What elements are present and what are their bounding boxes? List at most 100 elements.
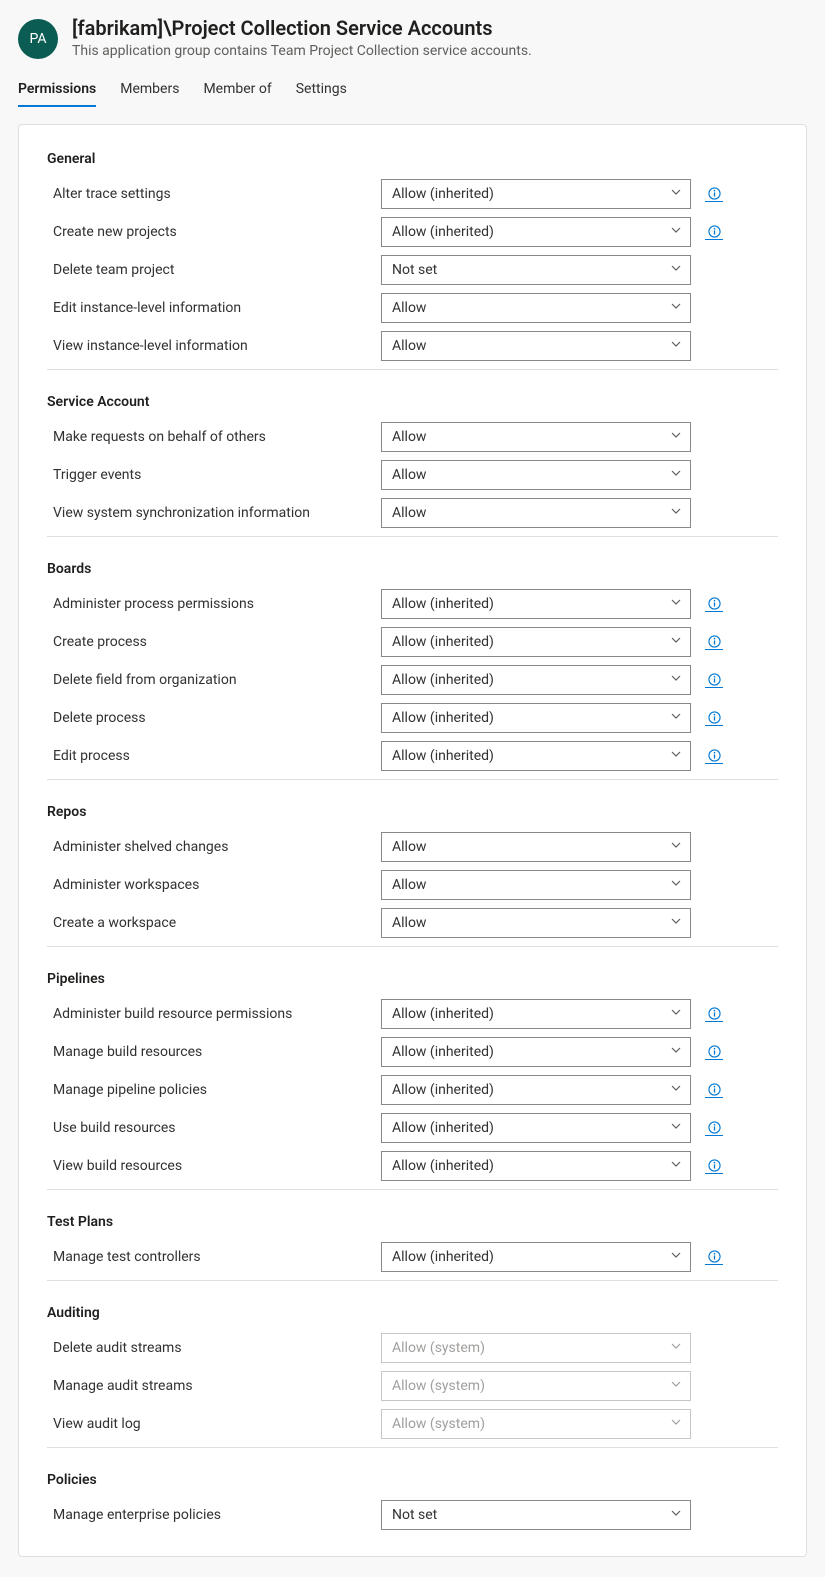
page-title: [fabrikam]\Project Collection Service Ac… bbox=[72, 15, 532, 41]
chevron-down-icon bbox=[670, 710, 682, 726]
permission-label: View audit log bbox=[47, 1416, 367, 1432]
permission-label: Administer workspaces bbox=[47, 877, 367, 893]
permission-value: Allow (system) bbox=[392, 1340, 485, 1356]
permission-value: Allow (inherited) bbox=[392, 224, 494, 240]
permission-row: Manage enterprise policies Not set bbox=[47, 1496, 778, 1534]
permission-row: Create process Allow (inherited) bbox=[47, 623, 778, 661]
permission-label: Manage build resources bbox=[47, 1044, 367, 1060]
permission-row: Manage test controllers Allow (inherited) bbox=[47, 1238, 778, 1276]
permission-label: Edit process bbox=[47, 748, 367, 764]
section-policies: Policies Manage enterprise policies Not se… bbox=[47, 1456, 778, 1534]
info-icon[interactable] bbox=[705, 1044, 723, 1060]
permission-value: Allow (inherited) bbox=[392, 634, 494, 650]
permission-select[interactable]: Not set bbox=[381, 1500, 691, 1530]
permission-select[interactable]: Allow (inherited) bbox=[381, 665, 691, 695]
info-icon[interactable] bbox=[705, 224, 723, 240]
section-repos: ReposAdminister shelved changesAllowAdmi… bbox=[47, 788, 778, 947]
permission-value: Allow bbox=[392, 467, 426, 483]
info-icon[interactable] bbox=[705, 1158, 723, 1174]
permission-label: Use build resources bbox=[47, 1120, 367, 1136]
permission-label: Delete process bbox=[47, 710, 367, 726]
info-icon[interactable] bbox=[705, 1082, 723, 1098]
permission-label: Make requests on behalf of others bbox=[47, 429, 367, 445]
permission-row: View instance-level informationAllow bbox=[47, 327, 778, 365]
permission-select[interactable]: Allow bbox=[381, 460, 691, 490]
chevron-down-icon bbox=[670, 1507, 682, 1523]
permission-value: Allow (inherited) bbox=[392, 1158, 494, 1174]
permission-select[interactable]: Allow bbox=[381, 293, 691, 323]
permission-label: View build resources bbox=[47, 1158, 367, 1174]
permission-select[interactable]: Allow (inherited) bbox=[381, 703, 691, 733]
tabs: Permissions Members Member of Settings bbox=[18, 75, 807, 108]
permission-select[interactable]: Allow (inherited) bbox=[381, 1037, 691, 1067]
chevron-down-icon bbox=[670, 1044, 682, 1060]
permission-select[interactable]: Allow bbox=[381, 422, 691, 452]
permission-label: View system synchronization information bbox=[47, 505, 367, 521]
permission-select: Allow (system) bbox=[381, 1409, 691, 1439]
permission-value: Allow bbox=[392, 877, 426, 893]
permission-value: Allow bbox=[392, 505, 426, 521]
permission-row: Create a workspaceAllow bbox=[47, 904, 778, 942]
permission-select[interactable]: Allow bbox=[381, 832, 691, 862]
section-auditing: AuditingDelete audit streamsAllow (syste… bbox=[47, 1289, 778, 1448]
info-icon[interactable] bbox=[705, 710, 723, 726]
chevron-down-icon bbox=[670, 915, 682, 931]
permission-label: Manage audit streams bbox=[47, 1378, 367, 1394]
section-title: Policies bbox=[47, 1472, 778, 1488]
info-icon[interactable] bbox=[705, 596, 723, 612]
permission-select[interactable]: Allow (inherited) bbox=[381, 627, 691, 657]
permission-row: View audit log Allow (system) bbox=[47, 1405, 778, 1443]
chevron-down-icon bbox=[670, 877, 682, 893]
permission-label: Create process bbox=[47, 634, 367, 650]
permission-label: Manage enterprise policies bbox=[47, 1507, 367, 1523]
permission-select[interactable]: Allow (inherited) bbox=[381, 217, 691, 247]
permission-select[interactable]: Allow bbox=[381, 331, 691, 361]
permission-select[interactable]: Allow bbox=[381, 908, 691, 938]
permission-row: Use build resources Allow (inherited) bbox=[47, 1109, 778, 1147]
permission-value: Allow (inherited) bbox=[392, 748, 494, 764]
permission-select[interactable]: Allow (inherited) bbox=[381, 1151, 691, 1181]
permission-select[interactable]: Allow bbox=[381, 870, 691, 900]
info-icon[interactable] bbox=[705, 672, 723, 688]
permission-select[interactable]: Allow (inherited) bbox=[381, 1075, 691, 1105]
permission-row: Administer shelved changes Allow bbox=[47, 828, 778, 866]
permissions-panel: GeneralAlter trace settingsAllow (inheri… bbox=[18, 124, 807, 1557]
permission-select[interactable]: Allow (inherited) bbox=[381, 741, 691, 771]
permission-select: Allow (system) bbox=[381, 1333, 691, 1363]
info-icon[interactable] bbox=[705, 1120, 723, 1136]
permission-label: Administer shelved changes bbox=[47, 839, 367, 855]
info-icon[interactable] bbox=[705, 1006, 723, 1022]
permission-label: Administer process permissions bbox=[47, 596, 367, 612]
tab-members[interactable]: Members bbox=[120, 75, 179, 107]
permission-row: Manage build resources Allow (inherited) bbox=[47, 1033, 778, 1071]
permission-row: View build resources Allow (inherited) bbox=[47, 1147, 778, 1185]
permission-label: Manage test controllers bbox=[47, 1249, 367, 1265]
info-icon[interactable] bbox=[705, 748, 723, 764]
permission-select[interactable]: Allow (inherited) bbox=[381, 1113, 691, 1143]
tab-settings[interactable]: Settings bbox=[296, 75, 347, 107]
info-icon[interactable] bbox=[705, 186, 723, 202]
info-icon[interactable] bbox=[705, 1249, 723, 1265]
section-title: Pipelines bbox=[47, 971, 778, 987]
chevron-down-icon bbox=[670, 596, 682, 612]
tab-member-of[interactable]: Member of bbox=[203, 75, 271, 107]
permission-value: Allow (inherited) bbox=[392, 1082, 494, 1098]
permission-select[interactable]: Allow (inherited) bbox=[381, 1242, 691, 1272]
permission-row: Administer process permissions Allow (inh… bbox=[47, 585, 778, 623]
page-header: PA [fabrikam]\Project Collection Service… bbox=[18, 10, 807, 69]
permission-row: Manage audit streamsAllow (system) bbox=[47, 1367, 778, 1405]
permission-row: Create new projectsAllow (inherited) bbox=[47, 213, 778, 251]
permission-row: Edit instance-level informationAllow bbox=[47, 289, 778, 327]
permission-select[interactable]: Allow (inherited) bbox=[381, 179, 691, 209]
chevron-down-icon bbox=[670, 839, 682, 855]
permission-select[interactable]: Allow bbox=[381, 498, 691, 528]
chevron-down-icon bbox=[670, 1378, 682, 1394]
permission-select[interactable]: Allow (inherited) bbox=[381, 589, 691, 619]
permission-select[interactable]: Not set bbox=[381, 255, 691, 285]
info-icon[interactable] bbox=[705, 634, 723, 650]
chevron-down-icon bbox=[670, 429, 682, 445]
permission-select[interactable]: Allow (inherited) bbox=[381, 999, 691, 1029]
permission-value: Allow bbox=[392, 915, 426, 931]
permission-label: Manage pipeline policies bbox=[47, 1082, 367, 1098]
tab-permissions[interactable]: Permissions bbox=[18, 75, 96, 107]
